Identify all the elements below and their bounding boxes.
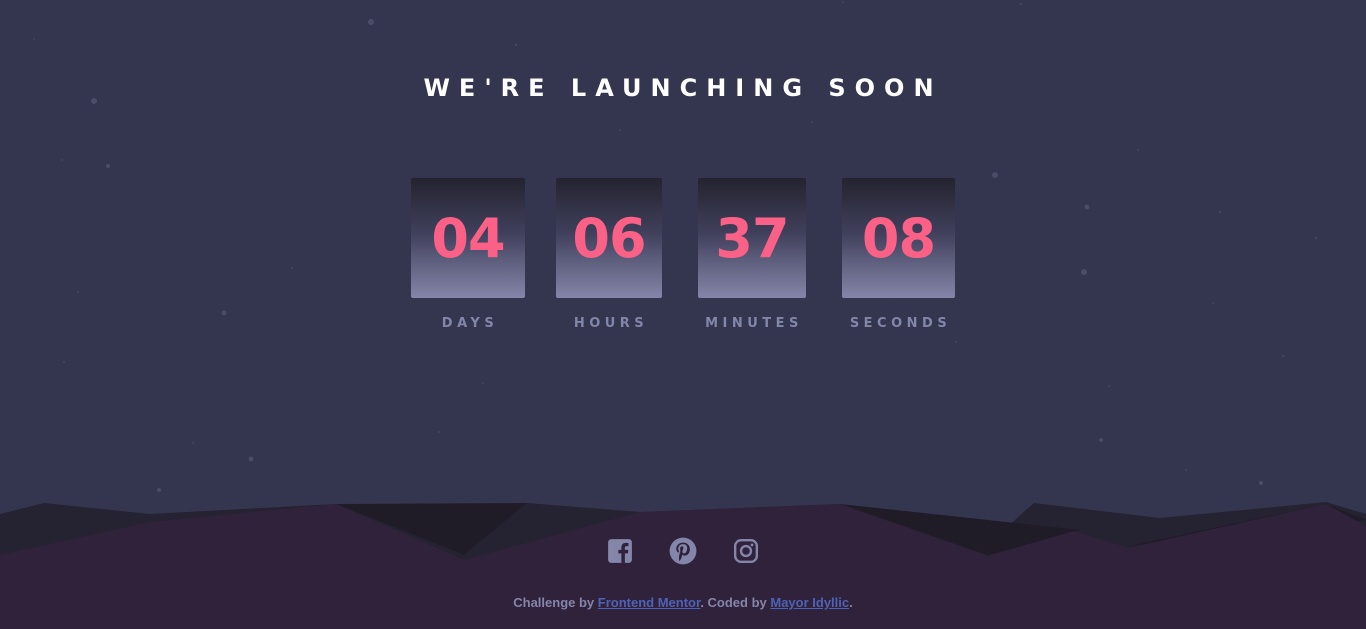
attribution-prefix: Challenge by <box>513 595 598 610</box>
social-links <box>0 536 1366 566</box>
pinterest-icon <box>669 537 697 565</box>
countdown-hours: 06 HOURS <box>556 178 662 331</box>
countdown-card: 08 <box>842 178 955 298</box>
attribution-middle: . Coded by <box>700 595 771 610</box>
countdown-minutes: 37 MINUTES <box>698 178 806 331</box>
countdown-card: 06 <box>556 178 662 298</box>
countdown-value: 06 <box>572 206 646 270</box>
countdown-days: 04 DAYS <box>411 178 525 331</box>
countdown-label: SECONDS <box>849 316 952 331</box>
launch-page: WE'RE LAUNCHING SOON 04 DAYS 06 HOURS 37… <box>0 0 1366 629</box>
pinterest-link[interactable] <box>668 536 698 566</box>
attribution: Challenge by Frontend Mentor. Coded by M… <box>0 595 1366 610</box>
countdown-label: DAYS <box>441 316 499 331</box>
countdown-value: 08 <box>861 206 936 270</box>
countdown-card: 37 <box>698 178 806 298</box>
instagram-icon <box>733 538 759 564</box>
countdown-label: MINUTES <box>705 316 803 331</box>
countdown-seconds: 08 SECONDS <box>842 178 955 331</box>
facebook-icon <box>608 539 632 563</box>
attribution-suffix: . <box>849 595 853 610</box>
countdown-card: 04 <box>411 178 525 298</box>
facebook-link[interactable] <box>605 536 635 566</box>
page-title: WE'RE LAUNCHING SOON <box>423 74 943 102</box>
countdown-label: HOURS <box>573 316 649 331</box>
author-link[interactable]: Mayor Idyllic <box>770 595 849 610</box>
countdown-value: 04 <box>431 206 505 270</box>
countdown-value: 37 <box>715 206 789 270</box>
instagram-link[interactable] <box>731 536 761 566</box>
frontend-mentor-link[interactable]: Frontend Mentor <box>598 595 701 610</box>
